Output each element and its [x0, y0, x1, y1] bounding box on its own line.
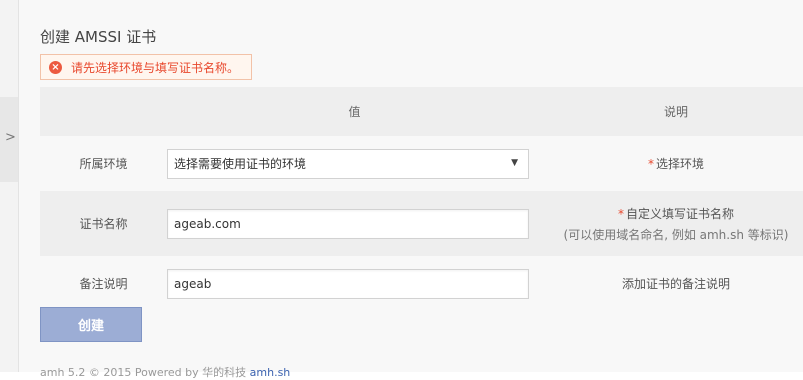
footer-text: amh 5.2 © 2015 Powered by 华的科技: [40, 366, 247, 379]
environment-hint: * 选择环境: [543, 136, 803, 191]
create-button[interactable]: 创建: [40, 307, 142, 342]
remark-label: 备注说明: [40, 256, 167, 311]
environment-select[interactable]: 选择需要使用证书的环境 ▼: [167, 148, 529, 179]
sidebar-toggle-button[interactable]: >: [0, 97, 18, 182]
table-row-cert-name: 证书名称 ageab.com * 自定义填写证书名称 (可以使用域名命名, 例如 …: [40, 191, 803, 256]
header-description: 说明: [543, 87, 803, 136]
environment-select-value: 选择需要使用证书的环境: [174, 157, 307, 171]
remark-hint: 添加证书的备注说明: [543, 256, 803, 311]
header-value: 值: [167, 87, 543, 136]
footer: amh 5.2 © 2015 Powered by 华的科技 amh.sh: [40, 364, 290, 380]
required-marker: *: [647, 157, 654, 171]
alert-message: 请先选择环境与填写证书名称。: [71, 60, 240, 75]
footer-link[interactable]: amh.sh: [250, 366, 291, 379]
cert-name-input[interactable]: ageab.com: [167, 208, 529, 239]
dropdown-arrow-icon: ▼: [511, 157, 518, 168]
remark-input[interactable]: ageab: [167, 268, 529, 299]
environment-label: 所属环境: [40, 136, 167, 191]
left-sidebar: >: [0, 0, 19, 372]
required-marker: *: [617, 206, 624, 221]
cert-name-hint: * 自定义填写证书名称 (可以使用域名命名, 例如 amh.sh 等标识): [543, 191, 803, 256]
error-alert: × 请先选择环境与填写证书名称。: [40, 54, 253, 80]
error-icon: ×: [49, 60, 62, 74]
header-label: [40, 87, 167, 136]
table-header-row: 值 说明: [40, 87, 803, 136]
table-row-remark: 备注说明 ageab 添加证书的备注说明: [40, 256, 803, 311]
chevron-right-icon: >: [5, 130, 16, 145]
certificate-form-table: 值 说明 所属环境 选择需要使用证书的环境 ▼ * 选择环境 证书名称 ageab…: [40, 87, 803, 311]
page-title: 创建 AMSSI 证书: [40, 28, 157, 46]
cert-name-hint-sub: (可以使用域名命名, 例如 amh.sh 等标识): [563, 227, 789, 242]
main-content: 创建 AMSSI 证书 × 请先选择环境与填写证书名称。 值 说明 所属环境 选…: [19, 0, 803, 379]
cert-name-label: 证书名称: [40, 191, 167, 256]
table-row-environment: 所属环境 选择需要使用证书的环境 ▼ * 选择环境: [40, 136, 803, 191]
